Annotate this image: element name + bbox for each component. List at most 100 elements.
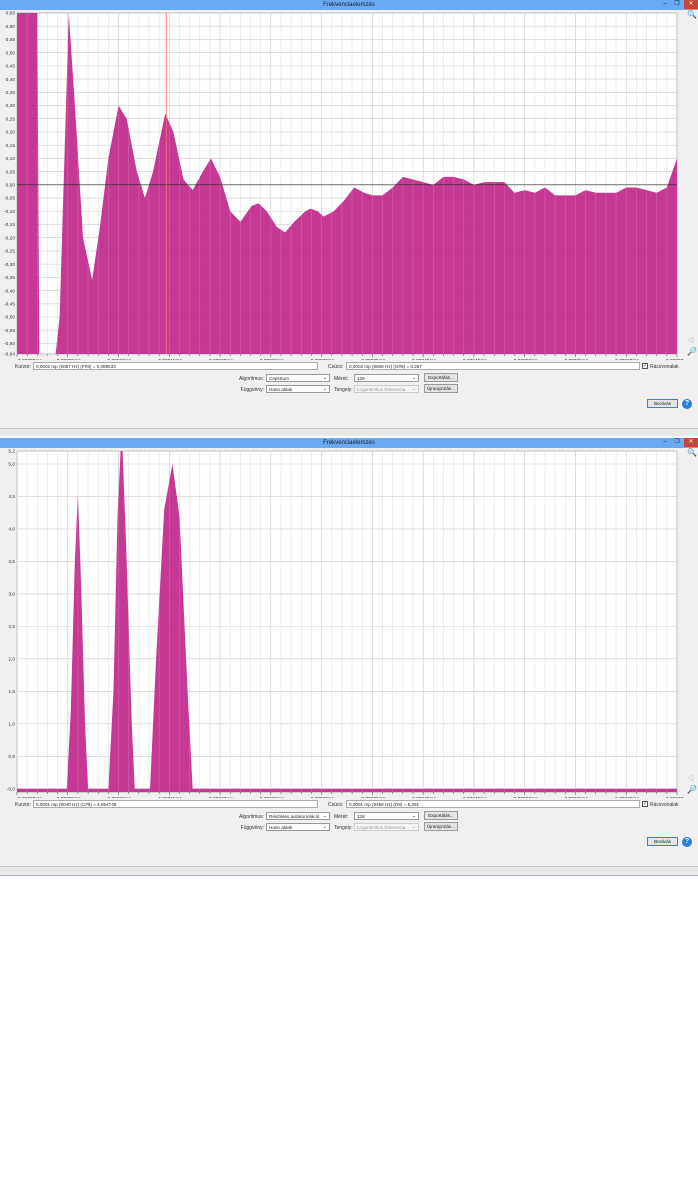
y-tick-label: 0,15 [6,143,16,149]
zoom-slider-handle-icon[interactable]: ◁ [687,773,693,782]
y-tick-label: -0,45 [4,301,15,307]
close-button[interactable]: Bezárás [647,399,678,408]
size-value: 128 [357,814,365,819]
axis-select: Logaritmikus frekvencia ⌄ [354,385,419,393]
chevron-down-icon: ⌄ [411,375,416,381]
axis-value: Logaritmikus frekvencia [357,825,406,830]
function-label: Függvény: [240,387,264,393]
zoom-sidebar: 🔍 ◁ 🔎 [684,10,698,360]
y-tick-label: 4,0 [8,527,15,533]
close-window-button[interactable]: ✕ [684,438,698,447]
x-tick-label: 0,00000mp [18,358,42,360]
y-tick-label: 2,0 [8,657,15,663]
function-select[interactable]: Hann ablak ⌄ [266,385,330,393]
replot-button[interactable]: Újrarajzolás... [424,822,458,831]
function-label: Függvény: [240,825,264,831]
peak-readout: 0,0001 mp (9458 Hz) (D9) = 5,291 [346,800,640,808]
plot-area[interactable]: 0,65 0,60 0,55 0,50 0,45 0,40 0,35 0,30 0,25 0,20… [0,10,698,360]
window-titlebar: Frekvenciaelemzés – ❐ ✕ [0,438,698,448]
y-tick-label: 0,30 [6,103,16,109]
y-tick-label: -0,30 [4,262,15,268]
y-tick-label: -0,60 [4,341,15,347]
x-tick-label: 0,00025mp [260,358,284,360]
cursor-label: Kurzor: [15,364,32,370]
cursor-readout: 0,0002 mp (6057 Hz) (F#8) = 0,088533 [33,362,318,370]
y-tick-label: 5,2 [8,449,15,455]
y-tick-label: 3,5 [8,559,15,565]
x-tick-label: 0,00030mp [311,358,335,360]
algorithm-select[interactable]: Cepstrum ⌄ [266,374,330,382]
help-icon[interactable]: ? [682,399,692,409]
y-tick-label: 0,50 [6,50,16,56]
x-tick-label: 0,00035mp [361,796,385,798]
x-tick-label: 0,00000mp [18,796,42,798]
y-tick-label: -0,15 [4,222,15,228]
x-tick-label: 0,00060mp [615,358,639,360]
gridlines-checkbox[interactable]: ✓ [642,801,648,807]
y-tick-label: -0,25 [4,249,15,255]
x-tick-label: 0,00020mp [209,796,233,798]
chevron-down-icon: ⌄ [322,824,327,830]
plot-area[interactable]: 5,2 5,0 4,5 4,0 3,5 3,0 2,5 2,0 1,5 1,0 0,5 -0,0 0,0… [0,448,698,798]
y-tick-label: 1,5 [8,689,15,695]
minimize-button[interactable]: – [660,0,670,9]
window-title: Frekvenciaelemzés [323,2,375,8]
help-icon[interactable]: ? [682,837,692,847]
chart-svg[interactable]: 5,2 5,0 4,5 4,0 3,5 3,0 2,5 2,0 1,5 1,0 0,5 -0,0 0,0… [0,448,698,798]
x-tick-label: 0,00045mp [463,796,487,798]
x-tick-label: 0,00010mp [108,358,132,360]
y-tick-label: 0,35 [6,90,16,96]
y-tick-label: -0,64 [4,352,15,358]
y-tick-label: 0,25 [6,116,16,122]
y-tick-label: 0,55 [6,37,16,43]
frequency-analysis-window-autocorrelation: Frekvenciaelemzés – ❐ ✕ 5,2 5,0 4,5 4,0 3,5 3… [0,438,698,876]
size-label: Méret: [334,814,349,820]
cursor-readout: 0,0001 mp (9040 Hz) (C#9) = 4,654749 [33,800,318,808]
axis-label: Tengely: [334,825,353,831]
zoom-out-icon[interactable]: 🔎 [687,347,697,356]
close-button[interactable]: Bezárás [647,837,678,846]
function-select[interactable]: Hann ablak ⌄ [266,823,330,831]
status-strip [0,428,698,436]
y-tick-label: -0,05 [4,196,15,202]
chevron-down-icon: ⌄ [411,386,416,392]
size-select[interactable]: 128 ⌄ [354,812,419,820]
gridlines-label: Rácsvonalak [650,364,679,370]
x-tick-label: 0,00005mp [57,358,81,360]
zoom-sidebar: 🔍 ◁ 🔎 [684,448,698,798]
close-window-button[interactable]: ✕ [684,0,698,9]
chevron-down-icon: ⌄ [411,824,416,830]
zoom-in-icon[interactable]: 🔍 [687,10,697,19]
window-title: Frekvenciaelemzés [323,440,375,446]
replot-button[interactable]: Újrarajzolás... [424,384,458,393]
algorithm-value: Részletes autokorreláció [269,814,320,819]
x-tick-label: 0,00060mp [615,796,639,798]
peak-label: Csúcs: [328,364,344,370]
y-tick-label: 0,00 [6,183,16,189]
x-tick-label: 0,00030mp [311,796,335,798]
peak-label: Csúcs: [328,802,344,808]
minimize-button[interactable]: – [660,438,670,447]
x-tick-label: 0,00015mp [158,796,182,798]
gridlines-checkbox[interactable]: ✓ [642,363,648,369]
x-tick-label: 0,00035mp [361,358,385,360]
zoom-in-icon[interactable]: 🔍 [687,448,697,457]
zoom-out-icon[interactable]: 🔎 [687,785,697,794]
x-tick-label: 0,00010mp [108,796,132,798]
maximize-button[interactable]: ❐ [672,0,682,9]
y-tick-label: 0,20 [6,130,16,136]
size-select[interactable]: 128 ⌄ [354,374,419,382]
export-button[interactable]: Exportálás... [424,373,458,382]
export-button[interactable]: Exportálás... [424,811,458,820]
zoom-slider-handle-icon[interactable]: ◁ [687,335,693,344]
algorithm-label: Algoritmus: [238,376,264,382]
algorithm-label: Algoritmus: [238,814,264,820]
axis-select: Logaritmikus frekvencia ⌄ [354,823,419,831]
algorithm-select[interactable]: Részletes autokorreláció ⌄ [266,812,330,820]
y-tick-label: -0,55 [4,328,15,334]
size-value: 128 [357,376,365,381]
maximize-button[interactable]: ❐ [672,438,682,447]
y-tick-label: -0,10 [4,209,15,215]
chart-svg[interactable]: 0,65 0,60 0,55 0,50 0,45 0,40 0,35 0,30 0,25 0,20… [0,10,698,360]
axis-label: Tengely: [334,387,353,393]
